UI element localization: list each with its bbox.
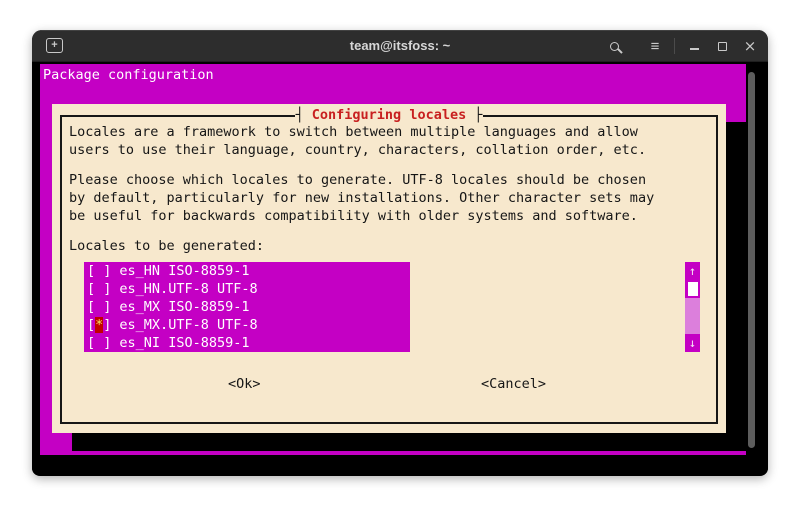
terminal-titlebar: + team@itsfoss: ~ ≡ × [32,30,768,62]
locale-option[interactable]: [ ]es_HN.UTF-8 UTF-8 [84,280,410,298]
title-left-cap: ┤ [296,107,304,123]
close-button[interactable]: × [736,30,764,62]
scrollbar-track [685,298,700,334]
titlebar-controls: ≡ × [600,30,764,62]
intro-line-2: users to use their language, country, ch… [69,141,646,159]
configuring-locales-dialog: ┤Configuring locales├ Locales are a fram… [52,104,726,433]
locale-option-label: es_NI ISO-8859-1 [111,335,249,351]
checkbox-bracket: [ [87,299,95,315]
list-label: Locales to be generated: [69,237,264,255]
locale-option-label: es_MX ISO-8859-1 [111,299,249,315]
search-button[interactable] [600,30,628,62]
choose-line-2: by default, particularly for new install… [69,189,654,207]
locale-option[interactable]: [ ]es_MX ISO-8859-1 [84,298,410,316]
checkbox-bracket: [ [87,263,95,279]
hamburger-menu-icon: ≡ [651,39,660,54]
minimize-button[interactable] [680,30,708,62]
terminal-window: + team@itsfoss: ~ ≡ × Package confi [32,30,768,476]
checkbox-bracket: [ [87,317,95,333]
dialog-title-text: Configuring locales [304,107,474,123]
debconf-screen: Package configuration ┤Configuring local… [40,64,746,455]
menu-button[interactable]: ≡ [641,30,669,62]
list-scrollbar: ↑ ↓ [685,262,700,352]
search-icon [610,42,619,51]
locale-option-label: es_MX.UTF-8 UTF-8 [111,317,257,333]
locale-option[interactable]: [ ]es_NI ISO-8859-1 [84,334,410,352]
terminal-content: Package configuration ┤Configuring local… [32,62,768,475]
titlebar-separator [674,38,675,54]
locale-option[interactable]: [ ]es_HN ISO-8859-1 [84,262,410,280]
checkbox-bracket: [ [87,281,95,297]
locale-option-label: es_HN ISO-8859-1 [111,263,249,279]
locale-checklist: [ ]es_HN ISO-8859-1 [ ]es_HN.UTF-8 UTF-8… [84,262,410,352]
terminal-scrollbar[interactable] [748,72,755,448]
scroll-up-icon: ↑ [685,262,700,280]
ok-button[interactable]: <Ok> [228,375,261,393]
dialog-title: ┤Configuring locales├ [52,107,726,124]
scroll-down-icon: ↓ [685,334,700,352]
locale-option-cursor[interactable]: [*]es_MX.UTF-8 UTF-8 [84,316,410,334]
maximize-icon [718,42,727,51]
checkbox-bracket: [ [87,335,95,351]
title-right-cap: ├ [474,107,482,123]
package-configuration-header: Package configuration [43,67,214,83]
maximize-button[interactable] [708,30,736,62]
cancel-button[interactable]: <Cancel> [481,375,546,393]
close-icon: × [744,39,757,54]
minimize-icon [690,48,699,50]
scrollbar-thumb [688,282,698,296]
scrollbar-thumb-cell [685,280,700,298]
choose-line-3: be useful for backwards compatibility wi… [69,207,638,225]
locale-option-label: es_HN.UTF-8 UTF-8 [111,281,257,297]
intro-line-1: Locales are a framework to switch betwee… [69,123,638,141]
choose-line-1: Please choose which locales to generate.… [69,171,646,189]
